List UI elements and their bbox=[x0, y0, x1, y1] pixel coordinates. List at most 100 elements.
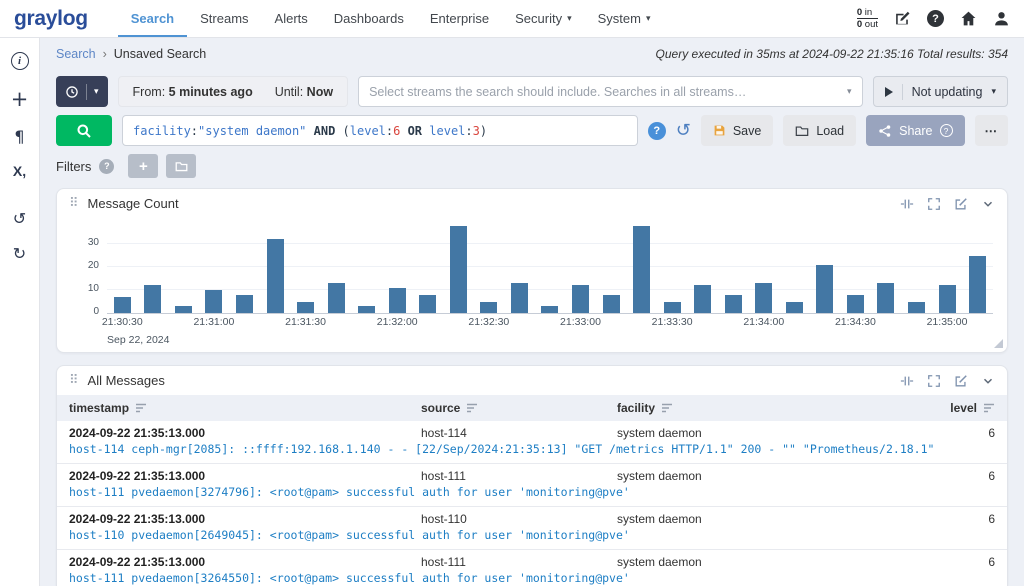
focus-widget-icon[interactable] bbox=[900, 374, 914, 388]
chart-bar[interactable] bbox=[144, 285, 162, 313]
message-text[interactable]: host-114 ceph-mgr[2085]: ::ffff:192.168.… bbox=[57, 442, 1007, 463]
chart-bar[interactable] bbox=[938, 285, 956, 313]
chart-bar[interactable] bbox=[571, 285, 589, 313]
chart-bar[interactable] bbox=[235, 294, 253, 313]
chart-bar[interactable] bbox=[449, 225, 467, 313]
sort-icon[interactable] bbox=[983, 402, 995, 414]
message-entry[interactable]: 2024-09-22 21:35:13.000 host-111 system da… bbox=[57, 550, 1007, 586]
chart-bar[interactable] bbox=[877, 283, 895, 313]
message-entry[interactable]: 2024-09-22 21:35:13.000 host-114 system da… bbox=[57, 421, 1007, 464]
chart-bar[interactable] bbox=[724, 294, 742, 313]
source-cell: host-110 bbox=[421, 512, 467, 526]
chart-bar[interactable] bbox=[174, 306, 192, 313]
chart-bar[interactable] bbox=[205, 290, 223, 313]
focus-widget-icon[interactable] bbox=[900, 197, 914, 211]
undo-icon[interactable]: ↺ bbox=[13, 211, 26, 227]
resize-handle[interactable] bbox=[994, 339, 1003, 348]
nav-item-enterprise[interactable]: Enterprise bbox=[417, 0, 502, 37]
query-token: AND bbox=[306, 123, 343, 138]
chart-bar[interactable] bbox=[388, 287, 406, 313]
chart-bar[interactable] bbox=[755, 283, 773, 313]
timerange-button[interactable]: ▾ bbox=[56, 76, 108, 107]
nav-item-system[interactable]: System ▾ bbox=[585, 0, 664, 37]
chart-bar[interactable] bbox=[297, 301, 315, 313]
timerange-display[interactable]: From: 5 minutes ago Until: Now bbox=[117, 76, 349, 107]
fullscreen-icon[interactable] bbox=[927, 197, 941, 211]
breadcrumb-search-link[interactable]: Search bbox=[56, 47, 96, 61]
collapse-widget-icon[interactable] bbox=[981, 374, 995, 388]
pilcrow-icon[interactable]: ¶ bbox=[14, 129, 24, 145]
load-button[interactable]: Load bbox=[783, 115, 857, 146]
nav-item-security[interactable]: Security ▾ bbox=[502, 0, 585, 37]
nav-item-dashboards[interactable]: Dashboards bbox=[321, 0, 417, 37]
filters-help-icon[interactable]: ? bbox=[99, 158, 115, 174]
nav-item-streams[interactable]: Streams bbox=[187, 0, 261, 37]
add-icon[interactable]: + bbox=[11, 89, 29, 110]
filter-collection-button[interactable] bbox=[166, 154, 197, 178]
level-cell: 6 bbox=[988, 555, 995, 569]
compose-icon[interactable] bbox=[894, 10, 911, 27]
chart-bar[interactable] bbox=[785, 301, 803, 313]
graylog-logo[interactable]: graylog bbox=[14, 7, 88, 31]
column-header-source[interactable]: source bbox=[421, 401, 617, 415]
column-header-facility[interactable]: facility bbox=[617, 401, 935, 415]
nav-item-alerts[interactable]: Alerts bbox=[262, 0, 321, 37]
chart-bar[interactable] bbox=[480, 301, 498, 313]
message-text[interactable]: host-111 pvedaemon[3264550]: <root@pam> … bbox=[57, 571, 1007, 586]
chart-bar[interactable] bbox=[358, 306, 376, 313]
chart-bar[interactable] bbox=[846, 294, 864, 313]
info-icon[interactable]: i bbox=[10, 52, 29, 70]
chart-bar[interactable] bbox=[602, 294, 620, 313]
message-text[interactable]: host-111 pvedaemon[3274796]: <root@pam> … bbox=[57, 485, 1007, 506]
chart-bar[interactable] bbox=[663, 301, 681, 313]
message-text[interactable]: host-110 pvedaemon[2649045]: <root@pam> … bbox=[57, 528, 1007, 549]
widget-title: All Messages bbox=[87, 373, 165, 388]
fields-icon[interactable]: X, bbox=[13, 164, 26, 178]
search-button[interactable] bbox=[56, 115, 112, 146]
query-help-icon[interactable]: ? bbox=[647, 121, 666, 140]
chart-bar[interactable] bbox=[419, 294, 437, 313]
message-entry[interactable]: 2024-09-22 21:35:13.000 host-111 system da… bbox=[57, 464, 1007, 507]
chart-bar[interactable] bbox=[633, 225, 651, 313]
sort-icon[interactable] bbox=[661, 402, 673, 414]
query-input[interactable]: facility: "system daemon" AND (level:6 OR… bbox=[122, 115, 638, 146]
save-button[interactable]: Save bbox=[700, 115, 774, 146]
column-header-level[interactable]: level bbox=[935, 401, 995, 415]
sort-icon[interactable] bbox=[466, 402, 478, 414]
column-header-timestamp[interactable]: timestamp bbox=[69, 401, 421, 415]
user-icon[interactable] bbox=[993, 10, 1010, 27]
drag-handle-icon[interactable]: ⠿ bbox=[69, 373, 79, 388]
streams-select[interactable]: Select streams the search should include… bbox=[358, 76, 863, 107]
chart-bar[interactable] bbox=[541, 306, 559, 313]
nav-item-search[interactable]: Search bbox=[118, 0, 187, 37]
chart-bar-slot bbox=[810, 222, 841, 313]
home-icon[interactable] bbox=[960, 10, 977, 27]
chart-bar[interactable] bbox=[969, 255, 987, 313]
edit-widget-icon[interactable] bbox=[954, 374, 968, 388]
add-filter-button[interactable]: + bbox=[128, 154, 159, 178]
share-button[interactable]: Share ? bbox=[866, 115, 965, 146]
chart-bar[interactable] bbox=[907, 301, 925, 313]
chart-bar[interactable] bbox=[694, 285, 712, 313]
until-label: Until: bbox=[274, 84, 304, 99]
chart-bar[interactable] bbox=[510, 283, 528, 313]
chart-bar[interactable] bbox=[816, 264, 834, 313]
chart-bar[interactable] bbox=[266, 239, 284, 313]
message-entry[interactable]: 2024-09-22 21:35:13.000 host-110 system da… bbox=[57, 507, 1007, 550]
share-help-icon[interactable]: ? bbox=[939, 124, 953, 137]
throughput-indicator[interactable]: 0 in 0 out bbox=[856, 7, 878, 30]
edit-widget-icon[interactable] bbox=[954, 197, 968, 211]
drag-handle-icon[interactable]: ⠿ bbox=[69, 196, 79, 211]
collapse-widget-icon[interactable] bbox=[981, 197, 995, 211]
play-icon[interactable] bbox=[884, 86, 893, 97]
more-actions-button[interactable]: ⋯ bbox=[974, 115, 1008, 146]
chart-bar[interactable] bbox=[327, 283, 345, 313]
refresh-control[interactable]: Not updating ▾ bbox=[872, 76, 1008, 107]
help-icon[interactable]: ? bbox=[927, 10, 944, 27]
query-history-icon[interactable]: ↺ bbox=[676, 121, 691, 140]
fullscreen-icon[interactable] bbox=[927, 374, 941, 388]
sort-icon[interactable] bbox=[135, 402, 147, 414]
redo-icon[interactable]: ↻ bbox=[13, 246, 26, 262]
breadcrumb-separator: › bbox=[102, 47, 107, 61]
chart-bar[interactable] bbox=[113, 296, 131, 313]
